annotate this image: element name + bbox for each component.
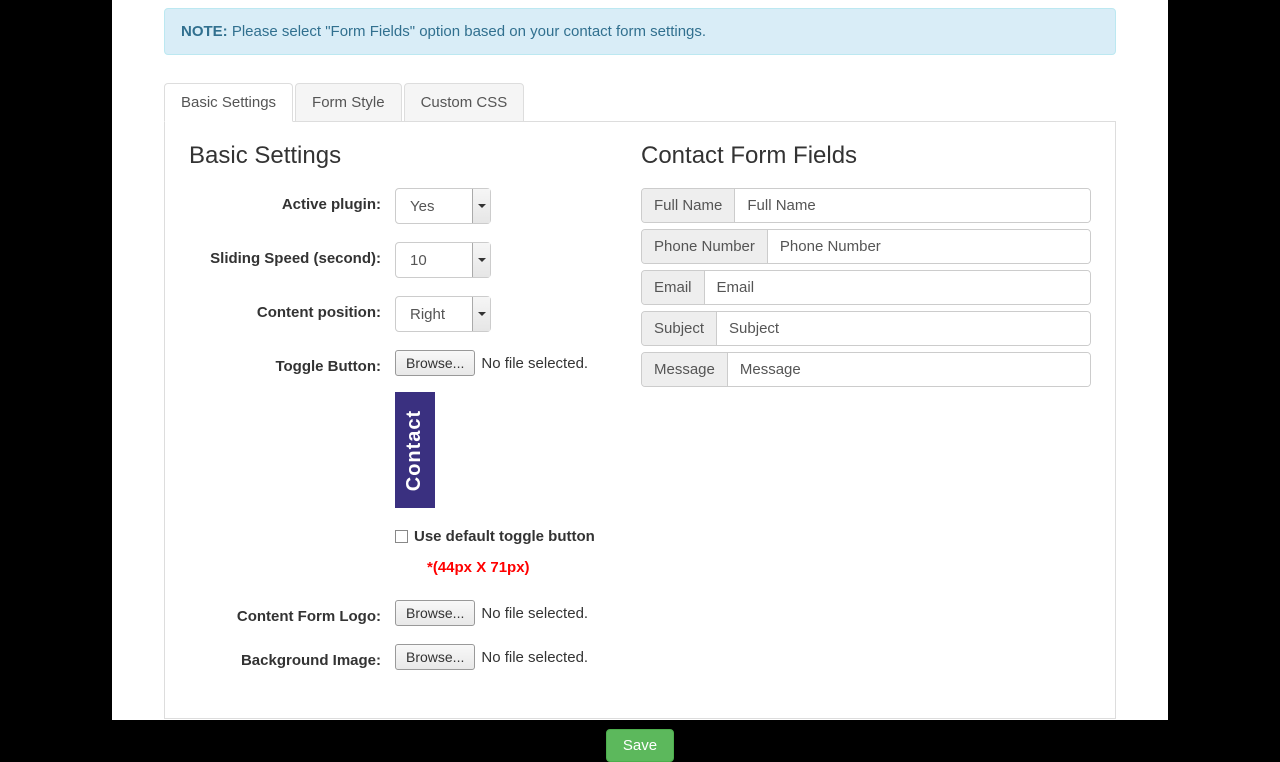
basic-settings-column: Basic Settings Active plugin: Yes Slidin… <box>189 142 629 688</box>
phone-input[interactable] <box>768 230 1090 263</box>
field-email: Email <box>641 270 1091 305</box>
subject-input[interactable] <box>717 312 1090 345</box>
active-plugin-value: Yes <box>396 198 434 215</box>
subject-addon: Subject <box>642 312 717 345</box>
phone-addon: Phone Number <box>642 230 768 263</box>
content-logo-label: Content Form Logo: <box>189 600 395 625</box>
save-button[interactable]: Save <box>606 729 674 762</box>
contact-fields-column: Contact Form Fields Full Name Phone Numb… <box>641 142 1091 688</box>
bg-image-browse[interactable]: Browse... <box>395 644 475 670</box>
content-logo-file-status: No file selected. <box>481 605 588 622</box>
toggle-button-preview-text: Contact <box>404 409 427 490</box>
message-input[interactable] <box>728 353 1090 386</box>
use-default-checkbox[interactable] <box>395 530 408 543</box>
message-addon: Message <box>642 353 728 386</box>
contact-fields-heading: Contact Form Fields <box>641 142 1091 170</box>
fullname-input[interactable] <box>735 189 1090 222</box>
toggle-button-file-status: No file selected. <box>481 355 588 372</box>
bg-image-label: Background Image: <box>189 644 395 669</box>
field-fullname: Full Name <box>641 188 1091 223</box>
chevron-down-icon <box>472 243 490 277</box>
field-subject: Subject <box>641 311 1091 346</box>
basic-settings-heading: Basic Settings <box>189 142 629 170</box>
tab-basic-settings[interactable]: Basic Settings <box>164 83 293 122</box>
content-position-select[interactable]: Right <box>395 296 491 332</box>
active-plugin-label: Active plugin: <box>189 188 395 213</box>
field-message: Message <box>641 352 1091 387</box>
content-position-label: Content position: <box>189 296 395 321</box>
fullname-addon: Full Name <box>642 189 735 222</box>
note-alert: NOTE: Please select "Form Fields" option… <box>164 8 1116 55</box>
active-plugin-select[interactable]: Yes <box>395 188 491 224</box>
note-prefix: NOTE: <box>181 23 228 40</box>
toggle-button-preview: Contact <box>395 392 435 508</box>
settings-panel: Basic Settings Active plugin: Yes Slidin… <box>164 122 1116 719</box>
content-logo-browse[interactable]: Browse... <box>395 600 475 626</box>
toggle-button-browse[interactable]: Browse... <box>395 350 475 376</box>
sliding-speed-value: 10 <box>396 252 427 269</box>
toggle-button-label: Toggle Button: <box>189 350 395 375</box>
bg-image-file-status: No file selected. <box>481 649 588 666</box>
sliding-speed-label: Sliding Speed (second): <box>189 242 395 267</box>
content-position-value: Right <box>396 306 445 323</box>
tab-custom-css[interactable]: Custom CSS <box>404 83 525 122</box>
tabs: Basic Settings Form Style Custom CSS <box>164 83 1116 122</box>
chevron-down-icon <box>472 297 490 331</box>
tab-form-style[interactable]: Form Style <box>295 83 402 122</box>
note-text: Please select "Form Fields" option based… <box>228 23 706 40</box>
sliding-speed-select[interactable]: 10 <box>395 242 491 278</box>
email-addon: Email <box>642 271 705 304</box>
use-default-label: Use default toggle button <box>414 528 595 545</box>
email-input[interactable] <box>705 271 1090 304</box>
chevron-down-icon <box>472 189 490 223</box>
field-phone: Phone Number <box>641 229 1091 264</box>
toggle-size-note: *(44px X 71px) <box>427 559 629 576</box>
